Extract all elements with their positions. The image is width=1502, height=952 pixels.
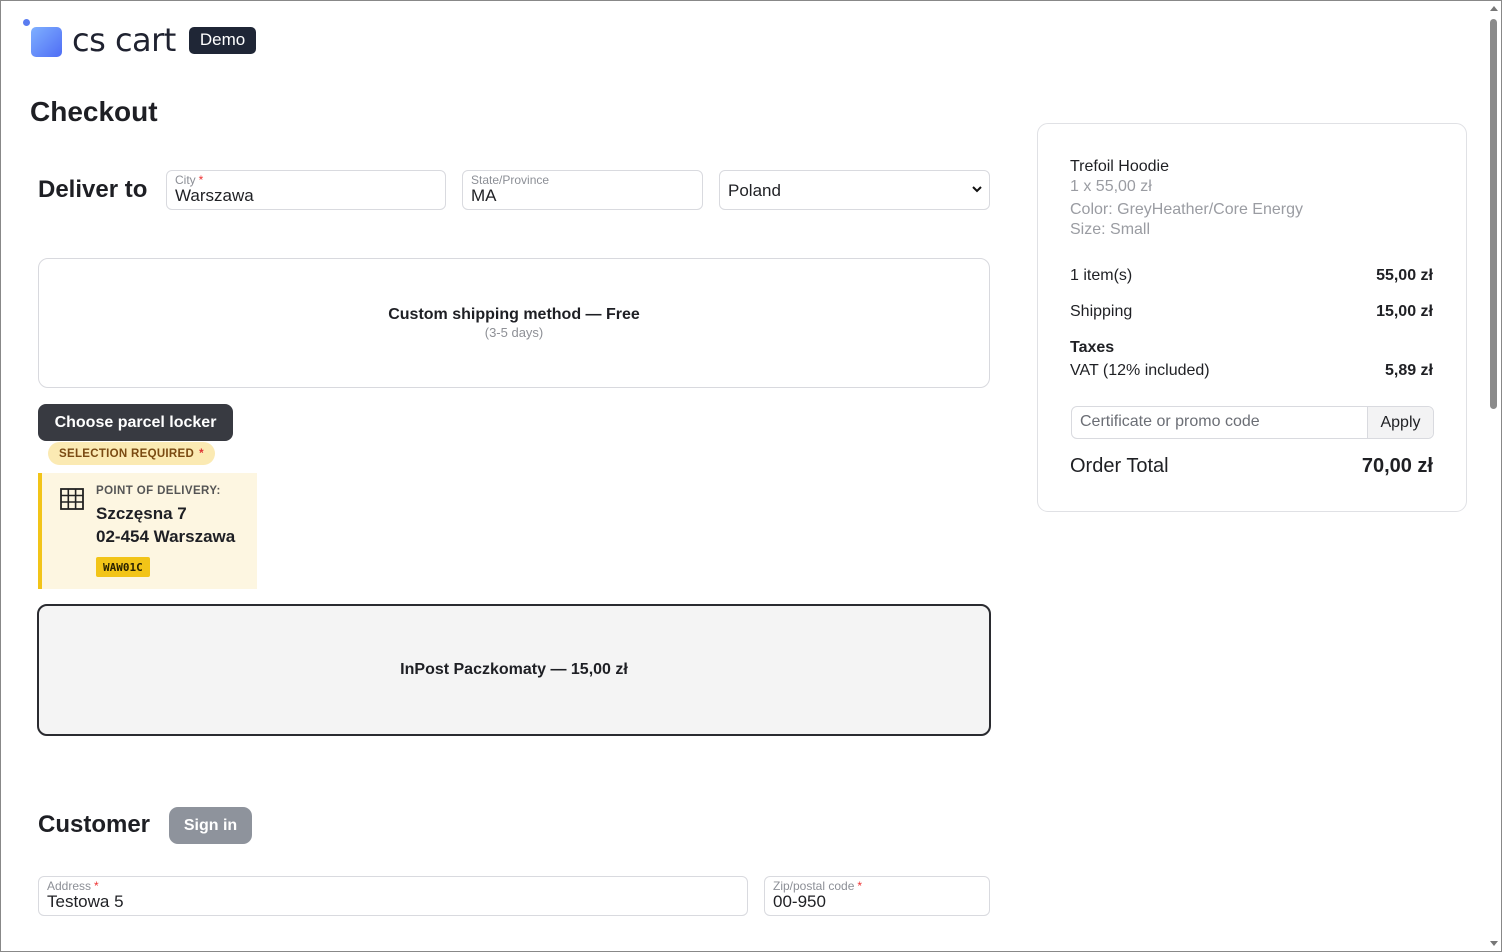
- shipping-option-name: InPost Paczkomaty — 15,00 zł: [400, 661, 628, 678]
- address-field[interactable]: Address * Testowa 5: [38, 876, 748, 916]
- logo-text: cs cart: [72, 21, 176, 59]
- shipping-option-inpost[interactable]: InPost Paczkomaty — 15,00 zł: [37, 604, 991, 736]
- product-size: Size: Small: [1070, 221, 1151, 238]
- selection-required-badge: SELECTION REQUIRED *: [48, 442, 215, 465]
- zip-field[interactable]: Zip/postal code * 00-950: [764, 876, 990, 916]
- product-qty-price: 1 x 55,00 zł: [1070, 178, 1152, 195]
- promo-code-field[interactable]: Certificate or promo code Apply: [1071, 406, 1434, 439]
- address-value[interactable]: Testowa 5: [47, 892, 124, 912]
- sign-in-button[interactable]: Sign in: [169, 807, 252, 844]
- chevron-down-icon: [972, 186, 982, 193]
- shipping-label: Shipping: [1070, 303, 1133, 320]
- page-scrollbar[interactable]: [1487, 1, 1501, 951]
- scrollbar-thumb[interactable]: [1490, 19, 1497, 409]
- logo[interactable]: cs cart Demo: [23, 19, 257, 61]
- point-of-delivery-card: POINT OF DELIVERY: Szczęsna 7 02-454 War…: [38, 473, 257, 589]
- scroll-up-icon[interactable]: [1490, 6, 1498, 11]
- order-total-label: Order Total: [1070, 455, 1169, 477]
- apply-promo-button[interactable]: Apply: [1367, 407, 1433, 438]
- demo-badge: Demo: [188, 26, 257, 54]
- scroll-down-icon[interactable]: [1490, 941, 1498, 946]
- items-subtotal: 55,00 zł: [1376, 267, 1433, 284]
- order-summary: Trefoil Hoodie 1 x 55,00 zł Color: GreyH…: [1037, 123, 1467, 512]
- zip-label: Zip/postal code *: [773, 879, 863, 893]
- state-label: State/Province: [471, 173, 550, 187]
- city-value[interactable]: Warszawa: [175, 186, 254, 206]
- vat-value: 5,89 zł: [1384, 362, 1433, 379]
- deliver-to-title: Deliver to: [38, 176, 148, 203]
- items-count: 1 item(s): [1070, 267, 1133, 284]
- address-label: Address *: [47, 879, 99, 893]
- shipping-cost: 15,00 zł: [1376, 303, 1433, 320]
- country-select[interactable]: Poland: [719, 170, 990, 210]
- point-of-delivery-label: POINT OF DELIVERY:: [96, 485, 221, 497]
- city-label: City *: [175, 173, 204, 187]
- parcel-locker-icon: [60, 488, 84, 510]
- state-value[interactable]: MA: [471, 186, 497, 206]
- point-code-badge: WAW01C: [96, 557, 150, 577]
- customer-title: Customer: [38, 811, 151, 838]
- shipping-option-name: Custom shipping method — Free: [388, 306, 640, 323]
- taxes-label: Taxes: [1070, 339, 1115, 356]
- promo-code-input[interactable]: Certificate or promo code: [1080, 413, 1260, 431]
- choose-parcel-locker-button[interactable]: Choose parcel locker: [38, 404, 233, 441]
- shipping-option-custom[interactable]: Custom shipping method — Free (3-5 days): [38, 258, 990, 388]
- country-value: Poland: [728, 181, 781, 200]
- logo-mark-icon: [23, 19, 65, 61]
- product-name[interactable]: Trefoil Hoodie: [1070, 158, 1169, 176]
- zip-value[interactable]: 00-950: [773, 892, 826, 912]
- page-title: Checkout: [30, 96, 158, 127]
- order-total-value: 70,00 zł: [1361, 455, 1433, 477]
- state-field[interactable]: State/Province MA: [462, 170, 703, 210]
- point-address-city: 02-454 Warszawa: [96, 527, 236, 546]
- product-color: Color: GreyHeather/Core Energy: [1070, 201, 1303, 218]
- point-address-street: Szczęsna 7: [96, 504, 187, 523]
- city-field[interactable]: City * Warszawa: [166, 170, 446, 210]
- shipping-option-days: (3-5 days): [484, 325, 544, 340]
- vat-label: VAT (12% included): [1070, 362, 1210, 379]
